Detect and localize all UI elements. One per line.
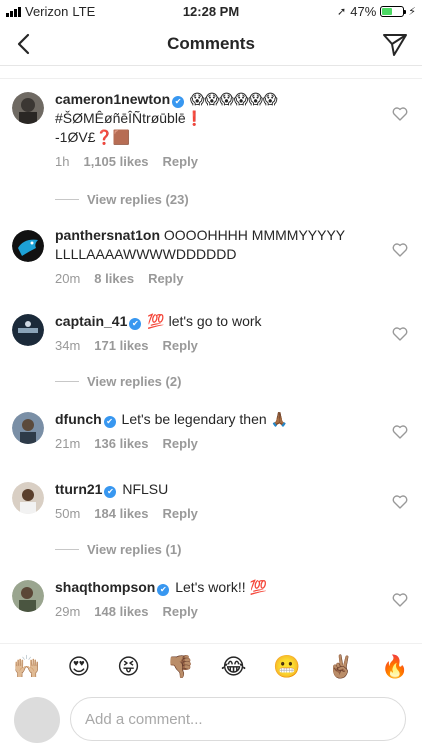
- reply-button[interactable]: Reply: [163, 336, 198, 355]
- emoji-raising-hands[interactable]: 🙌🏼: [13, 654, 40, 680]
- avatar[interactable]: [12, 92, 44, 124]
- comment-meta: 20m 8 likes Reply: [55, 269, 370, 288]
- verified-icon: ✔: [104, 486, 117, 498]
- comment-age: 21m: [55, 436, 81, 451]
- emoji-thumbs-down[interactable]: 👎🏽: [167, 654, 194, 680]
- avatar: [14, 697, 60, 743]
- verified-icon: ✔: [172, 96, 185, 108]
- emoji-victory-hand[interactable]: ✌🏽: [327, 654, 354, 680]
- comment-body: shaqthompson ✔ Let's work!! 💯 29m 148 lik…: [55, 578, 370, 621]
- reply-button[interactable]: Reply: [163, 602, 198, 621]
- avatar[interactable]: [12, 230, 44, 262]
- emoji-tears-of-joy[interactable]: 😂: [221, 654, 247, 680]
- comment-likes[interactable]: 1,105 likes: [83, 152, 148, 171]
- view-replies-label: View replies (1): [87, 542, 182, 557]
- comment-body: captain_41 ✔ 💯 let's go to work 34m 171 l…: [55, 312, 370, 355]
- avatar[interactable]: [12, 314, 44, 346]
- comment-likes[interactable]: 171 likes: [94, 336, 148, 355]
- comment-text: NFLSU: [122, 481, 169, 497]
- heart-icon[interactable]: [392, 494, 408, 510]
- comment-input[interactable]: [70, 697, 406, 741]
- replies-line: [55, 381, 79, 382]
- comment-body: panthersnat1on OOOOHHHH MMMMYYYYY LLLLAA…: [55, 226, 370, 288]
- chevron-left-icon[interactable]: [10, 30, 38, 58]
- replies-line: [55, 549, 79, 550]
- comments-list[interactable]: cameron1newton ✔ 😱😱😱😱😱😱 #ŠØMÊøñēÎÑtrøūblē❗…: [0, 66, 422, 636]
- verified-icon: ✔: [129, 318, 142, 330]
- comment-meta: 29m 148 likes Reply: [55, 602, 370, 621]
- comment-age: 20m: [55, 271, 81, 286]
- status-bar: Verizon LTE 12:28 PM ➚ 47% ⚡: [0, 0, 422, 22]
- comment-text: Let's be legendary then 🙏🏾: [121, 411, 288, 427]
- comment-username[interactable]: cameron1newton: [55, 91, 170, 107]
- comment-composer: [0, 689, 422, 750]
- comment-text: Let's work!! 💯: [175, 579, 267, 595]
- comment-meta: 34m 171 likes Reply: [55, 336, 370, 355]
- page-title: Comments: [167, 34, 255, 53]
- paper-plane-icon[interactable]: [380, 29, 410, 59]
- comment-age: 50m: [55, 506, 81, 521]
- heart-icon[interactable]: [392, 242, 408, 258]
- avatar[interactable]: [12, 580, 44, 612]
- emoji-quick-bar: 🙌🏼 😍 😝 👎🏽 😂 😬 ✌🏽 🔥: [0, 643, 422, 689]
- view-replies-button[interactable]: View replies (2): [55, 374, 181, 389]
- reply-button[interactable]: Reply: [163, 504, 198, 523]
- view-replies-label: View replies (23): [87, 192, 189, 207]
- verified-icon: ✔: [103, 416, 116, 428]
- emoji-grimace[interactable]: 😬: [273, 654, 300, 680]
- emoji-fire[interactable]: 🔥: [381, 654, 408, 680]
- comment-username[interactable]: dfunch: [55, 411, 102, 427]
- battery-info: ➚ 47% ⚡: [337, 4, 416, 19]
- heart-icon[interactable]: [392, 424, 408, 440]
- heart-icon[interactable]: [392, 106, 408, 122]
- comment-meta: 21m 136 likes Reply: [55, 434, 370, 453]
- heart-icon[interactable]: [392, 592, 408, 608]
- comment-body: tturn21 ✔ NFLSU 50m 184 likes Reply: [55, 480, 370, 523]
- verified-icon: ✔: [157, 584, 170, 596]
- emoji-tongue-wink[interactable]: 😝: [117, 654, 140, 680]
- view-replies-label: View replies (2): [87, 374, 182, 389]
- comment-age: 29m: [55, 604, 81, 619]
- replies-line: [55, 199, 79, 200]
- avatar[interactable]: [12, 482, 44, 514]
- battery-percent: 47%: [350, 4, 377, 19]
- comment-meta: 1h 1,105 likes Reply: [55, 152, 370, 171]
- avatar[interactable]: [12, 412, 44, 444]
- comment-likes[interactable]: 8 likes: [94, 269, 134, 288]
- reply-button[interactable]: Reply: [163, 434, 198, 453]
- view-replies-button[interactable]: View replies (23): [55, 192, 189, 207]
- comment-age: 1h: [55, 154, 70, 169]
- divider: [0, 78, 422, 79]
- comment-body: dfunch ✔ Let's be legendary then 🙏🏾 21m 1…: [55, 410, 370, 453]
- emoji-heart-eyes[interactable]: 😍: [67, 654, 90, 680]
- comment-body: cameron1newton ✔ 😱😱😱😱😱😱 #ŠØMÊøñēÎÑtrøūblē❗…: [55, 90, 370, 171]
- comment-username[interactable]: tturn21: [55, 481, 102, 497]
- comment-age: 34m: [55, 338, 81, 353]
- view-replies-button[interactable]: View replies (1): [55, 542, 181, 557]
- comment-likes[interactable]: 148 likes: [94, 602, 148, 621]
- comment-username[interactable]: shaqthompson: [55, 579, 155, 595]
- comment-username[interactable]: captain_41: [55, 313, 127, 329]
- comments-header: Comments: [0, 22, 422, 66]
- location-icon: ➚: [337, 6, 347, 18]
- comment-username[interactable]: panthersnat1on: [55, 227, 160, 243]
- comment-likes[interactable]: 184 likes: [94, 504, 148, 523]
- charging-icon: ⚡: [408, 6, 416, 18]
- reply-button[interactable]: Reply: [148, 269, 183, 288]
- comment-text: 💯 let's go to work: [147, 313, 262, 329]
- battery-icon: [380, 6, 407, 17]
- heart-icon[interactable]: [392, 326, 408, 342]
- comment-likes[interactable]: 136 likes: [94, 434, 148, 453]
- comment-meta: 50m 184 likes Reply: [55, 504, 370, 523]
- reply-button[interactable]: Reply: [163, 152, 198, 171]
